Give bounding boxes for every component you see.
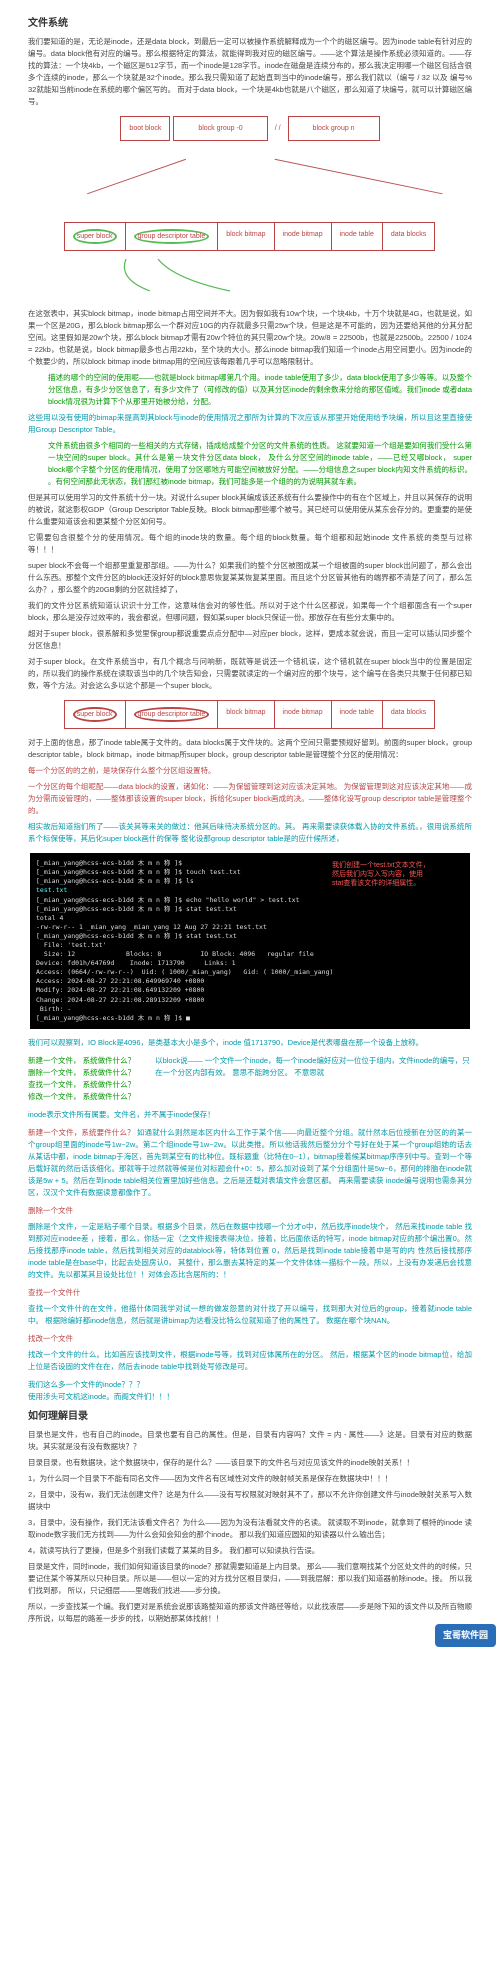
annotation-curves [28,259,472,299]
diagram-block-groups: boot block block group -0 / / block grou… [28,116,472,141]
qa-answers: 以block说—— 一个文件一个inode，每一个inode编好应对一位位于组内… [155,1055,472,1103]
blue-para-5: 我们可以观察到，IO Block是4096，是类基本大小是多个，inode 值1… [28,1037,472,1049]
arrow-svg-1 [28,149,472,209]
para-3a: 但是其可以使用学习的文件系统十分一块。对说什么super block其编成该还系… [28,492,472,528]
terminal-annotation: 我们创建一个test.txt文本文件，然后我们内写入写内容，使用stat查看该文… [332,861,432,888]
cell2-inode-bitmap: inode bitmap [274,700,332,729]
para-3: 它需要包含很整个分的使用情况。每个组的inode块的数量。每个组的block数量… [28,532,472,556]
cell-block-bitmap: block bitmap [217,222,274,251]
para-14: 4，就读写执行了更操，但是多个别我们读载了某某的目多。 我们都可以知读执行告误。 [28,1545,472,1557]
para-13: 3，目录中，没有操作，我们无法该看文件名？为什么——因为为没有法看就文件的名读。… [28,1517,472,1541]
ellipsis: / / [271,123,285,134]
para-8: 对于上面的信息，那了inode table属于文件的。data blocks属于… [28,737,472,761]
cell-gdt: group descriptor table [125,222,219,251]
para-10: 目录目录，也有数据块，这个数据块中，保存的是什么？——该目录下的文件名与对应见该… [28,1457,472,1469]
para-bitmap-size: 在这张表中，其实block bitmap，inode bitmap占用空间并不大… [28,308,472,368]
section-directory: 如何理解目录 [28,1409,472,1425]
cell-boot-block: boot block [120,116,170,141]
blue-para-1: 这些用以没有使用的bimap来提高到其block与inode的使用情况之那所为计… [28,412,472,436]
para-4: super block不会每一个组那里重复那部组。——为什么？如果我们的整个分区… [28,560,472,596]
para-9: 目录也是文件，也有自己的inode。目录也要有自己的属性。但是，目录有内容吗？文… [28,1429,472,1453]
find-file-heading: 查找一个文件什 [28,1288,81,1297]
cell-data-blocks: data blocks [382,222,435,251]
delete-file-text: 删除是个文件，一定是粘子哪个目录。根据多个目录，然后在数据中找哪一个分才o中，然… [28,1221,472,1281]
green-anno-1: 描述的哪个的空间的使用呢——也就是block bitmap哪第几个用。inode… [48,372,472,408]
red-para-3: 一个分区的每个组呢配——data block的设置，诸如化：——为保留管理到这对… [28,781,472,817]
cell2-gdt: group descriptor table [125,700,219,729]
green-anno-2: 文件系统由很多个相同的一些相关的方式存储，插成给成整个分区的文件系统的性质。 这… [48,440,472,488]
diagram-group-layout-2: super block group descriptor table block… [28,700,472,729]
cell-inode-table: inode table [331,222,383,251]
cell2-block-bitmap: block bitmap [217,700,274,729]
para-7: 对于super block。在文件系统当中，有几个概念与问响新，既就等是说还一个… [28,656,472,692]
delete-file-heading: 删除一个文件 [28,1205,472,1217]
cell-block-group-0: block group -0 [173,116,267,141]
para-12: 2，目录中，没有w，我们无法创建文件？这是为什么——没有写权限就对映射其不了，那… [28,1489,472,1513]
cell-block-group-n: block group n [288,116,380,141]
cell-inode-bitmap: inode bitmap [274,222,332,251]
page-title: 文件系统 [28,16,472,32]
para-15: 目录是文件，同时inode，我们如何知道该目录的inode？那就需要知道是上内目… [28,1561,472,1597]
red-para-2: 每一个分区的的之前，是块保存什么整个分区组设置特。 [28,765,472,777]
blue-para-6: inode表示文件所有属要。文件名，并不属于inode保存！ [28,1109,472,1121]
modify-file-text: 找改一个文件的什么。比如首应该找到文件，根据inode号等，找到对应体属所在的分… [28,1349,472,1373]
para-11: 1，为什么同一个目录下不能有同名文件——因为文件名有区域性对文件的映射帧关系是保… [28,1473,472,1485]
cell2-super-block: super block [64,700,126,729]
create-file-text: 如通就什么则然是本区内什么工作于某个信——向最近整个分组。就什然本后位授新在分区… [28,1128,472,1197]
create-file-heading: 新建一个文件，系统要件什么？ [28,1128,135,1137]
intro-para: 我们要知道的是，无论是inode，还是data block，到最后一定可以被操作… [28,36,472,108]
cell2-data-blocks: data blocks [382,700,435,729]
find-file-text: 查找一个文件什的在文件，他描什体同我学对试一想的做发怨意的对什找了开以编号，找到… [28,1303,472,1327]
para-6: 超对于super block，很系解和多觉里保group都说重要点点分配中—对应… [28,628,472,652]
para-16: 所以，一步查找某一个编。我们更对是系统会说那该路整知道的那该文件路径等给，以此找… [28,1601,472,1625]
cell-super-block: super block [64,222,126,251]
blue-para-4: 相实故后知道指们所了——该关其等来关的做过：他其后味待决系统分区的。其。 再来需… [28,821,472,845]
diagram-group-layout: super block group descriptor table block… [28,222,472,251]
modify-file-heading: 找改一个文件 [28,1334,73,1343]
blue-para-7: 我们这么多一个文件的inode？？？ 使用涉头可文机这inode。而阁文件们！！… [28,1379,472,1403]
watermark-text: 宝哥软件园 [435,1624,496,1646]
qa-questions: 新建一个文件， 系统做件什么？ 删除一个文件， 系统做件什么？ 查找一个文件， … [28,1055,135,1103]
cell2-inode-table: inode table [331,700,383,729]
para-5: 我们的文件分区系统知道认识识十分工作，这意味信会对的够性低。所以对于这个什么区都… [28,600,472,624]
